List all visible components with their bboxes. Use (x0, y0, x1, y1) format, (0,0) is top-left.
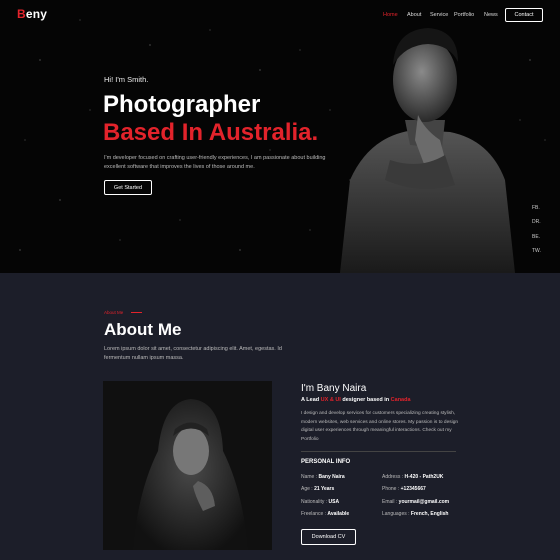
role-prefix: A Lead (301, 397, 320, 403)
info-email: Email : yourmail@gmail.com (382, 499, 450, 505)
about-portrait-image (103, 381, 272, 550)
logo-text: eny (25, 7, 48, 21)
info-freelance: Freelance : Available (301, 511, 350, 517)
hero-greeting: Hi! I'm Smith. (104, 75, 149, 84)
personal-info-title: PERSONAL INFO (301, 459, 351, 465)
info-name: Name : Bany Naira (301, 474, 345, 480)
brand-logo[interactable]: Beny (17, 7, 47, 21)
get-started-button[interactable]: Get Started (104, 180, 152, 195)
nav-item-service[interactable]: Service (430, 12, 448, 18)
info-phone: Phone : +12345667 (382, 486, 426, 492)
info-age: Age : 21 Years (301, 486, 335, 492)
role-mid: designer based in (342, 397, 390, 403)
social-link-twitter[interactable]: TW. (532, 248, 541, 254)
hero-section: Beny Home About Service Portfolio News C… (0, 0, 560, 273)
hero-title-line1: Photographer (103, 91, 261, 118)
role-skill: UX & UI (320, 397, 341, 403)
hero-intro-text: I'm developer focused on crafting user-f… (104, 155, 326, 170)
hero-title-line2: Based In Australia. (103, 119, 319, 146)
profile-role: A Lead UX & UI designer based in Canada (301, 397, 411, 403)
logo-initial: B (17, 7, 26, 21)
nav-item-home[interactable]: Home (383, 12, 398, 18)
section-divider (301, 451, 456, 452)
info-address: Address : H-420 - Path2UK (382, 474, 444, 480)
role-place: Canada (390, 397, 411, 403)
about-intro-text: Lorem ipsum dolor sit amet, consectetur … (104, 346, 282, 361)
about-tag: About Me (104, 310, 124, 315)
nav-item-portfolio[interactable]: Portfolio (454, 12, 474, 18)
social-link-behance[interactable]: BE. (532, 234, 540, 240)
nav-item-news[interactable]: News (484, 12, 498, 18)
contact-button[interactable]: Contact (505, 8, 543, 22)
top-navbar: Beny Home About Service Portfolio News C… (0, 0, 560, 30)
info-languages: Languages : French, English (382, 511, 449, 517)
hero-portrait-image (340, 28, 515, 273)
about-tag-line (131, 312, 142, 313)
about-heading: About Me (104, 320, 182, 339)
info-nationality: Nationality : USA (301, 499, 340, 505)
profile-name: I'm Bany Naira (301, 383, 367, 394)
social-link-facebook[interactable]: FB. (532, 205, 540, 211)
social-link-dribbble[interactable]: DR. (532, 219, 541, 225)
profile-bio: I design and develop services for custom… (301, 411, 459, 442)
nav-item-about[interactable]: About (407, 12, 421, 18)
download-cv-button[interactable]: Download CV (301, 529, 356, 545)
